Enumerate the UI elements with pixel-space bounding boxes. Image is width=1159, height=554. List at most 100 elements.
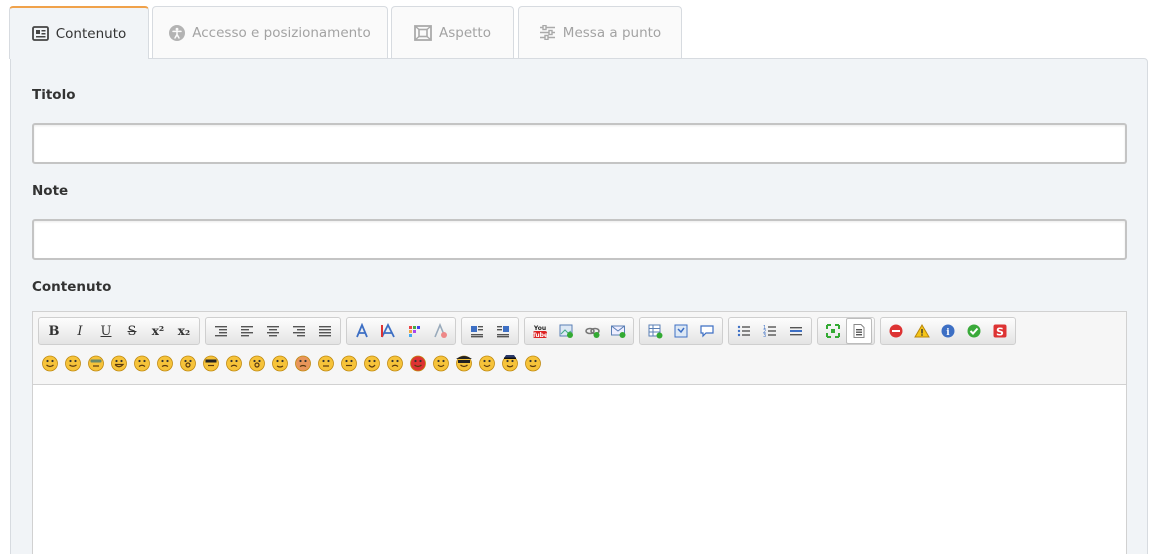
insert-email-button[interactable] [605,318,631,344]
align-right-button[interactable] [286,318,312,344]
smiley-icon[interactable] [64,354,82,372]
smiley-icon[interactable] [41,354,59,372]
warning-button[interactable] [909,318,935,344]
superscript-button[interactable]: x² [145,318,171,344]
remove-format-button[interactable] [427,318,453,344]
tab-aspetto[interactable]: Aspetto [391,6,514,58]
title-input[interactable] [32,123,1127,164]
content-label: Contenuto [32,279,112,295]
smiley-icon[interactable] [386,354,404,372]
insert-table-button[interactable] [642,318,668,344]
indent-button[interactable] [208,318,234,344]
insert-code-button[interactable] [668,318,694,344]
tab-accesso-e-posizionamento[interactable]: Accesso e posizionamento [152,6,388,58]
smiley-icon[interactable] [501,354,519,372]
numbered-list-icon: 123 [763,325,776,339]
tab-label: Aspetto [439,24,491,41]
svg-text:3: 3 [763,333,766,339]
horizontal-rule-button[interactable] [783,318,809,344]
insert-quote-button[interactable] [694,318,720,344]
smiley-icon[interactable] [179,354,197,372]
smiley-icon[interactable] [478,354,496,372]
underline-button[interactable]: U [93,318,119,344]
numbered-list-button[interactable]: 123 [757,318,783,344]
tab-contenuto[interactable]: Contenuto [9,6,149,59]
strikethrough-button[interactable]: S [119,318,145,344]
font-face-button[interactable] [349,318,375,344]
float-right-button[interactable] [490,318,516,344]
float-right-icon [497,326,509,338]
title-label: Titolo [32,87,76,103]
float-left-button[interactable] [464,318,490,344]
toolbar-group [817,317,875,345]
smiley-icon[interactable] [110,354,128,372]
toolbar-group: 123 [728,317,812,345]
smiley-icon[interactable] [87,354,105,372]
youtube-button[interactable]: You Tube [527,318,553,344]
toolbar-group [639,317,723,345]
float-left-icon [471,326,483,338]
insert-email-icon [611,325,626,338]
toolbar-group: iS [880,317,1016,345]
font-face-icon [356,323,368,338]
maximize-button[interactable] [820,318,846,344]
horizontal-rule-icon [790,327,802,336]
smiley-icon[interactable] [156,354,174,372]
frame-icon [414,24,432,41]
stop-button[interactable] [883,318,909,344]
font-size-icon [381,323,395,338]
smiley-icon[interactable] [409,354,427,372]
toolbar-group [346,317,456,345]
remove-format-icon [434,323,447,338]
smiley-icon[interactable] [317,354,335,372]
smiley-icon[interactable] [363,354,381,372]
spoiler-button[interactable]: S [987,318,1013,344]
rich-text-editor: B I U Sx² x₂ You Tube 1 2 3 i S [32,311,1127,554]
svg-text:Tube: Tube [532,332,548,339]
smiley-icon[interactable] [133,354,151,372]
smiley-bar [41,354,542,372]
align-right-icon [293,326,305,337]
smiley-icon[interactable] [225,354,243,372]
font-size-button[interactable] [375,318,401,344]
sliders-icon [539,25,555,40]
smiley-icon[interactable] [294,354,312,372]
insert-image-button[interactable] [553,318,579,344]
smiley-icon[interactable] [524,354,542,372]
smiley-icon[interactable] [340,354,358,372]
smiley-icon[interactable] [248,354,266,372]
bold-button[interactable]: B [41,318,67,344]
italic-icon: I [77,323,83,339]
toolbar-group: You Tube [524,317,634,345]
smiley-icon[interactable] [455,354,473,372]
bold-icon: B [48,323,60,339]
smiley-icon[interactable] [432,354,450,372]
editor-content-area[interactable] [33,385,1126,554]
color-icon [409,326,420,337]
bullet-list-icon [737,325,750,337]
align-center-button[interactable] [260,318,286,344]
smiley-icon[interactable] [202,354,220,372]
strikethrough-icon: S [127,323,137,339]
subscript-button[interactable]: x₂ [171,318,197,344]
newspaper-icon [31,26,49,41]
tab-messa-a-punto[interactable]: Messa a punto [518,6,682,58]
insert-link-button[interactable] [579,318,605,344]
smiley-icon[interactable] [271,354,289,372]
note-input[interactable] [32,219,1127,260]
toolbar-group [461,317,519,345]
italic-button[interactable]: I [67,318,93,344]
align-left-button[interactable] [234,318,260,344]
spoiler-icon: S [993,324,1007,339]
superscript-icon: x² [151,324,165,338]
align-center-icon [267,326,279,337]
info-button[interactable]: i [935,318,961,344]
insert-image-icon [559,324,573,338]
source-button[interactable] [846,318,872,344]
color-button[interactable] [401,318,427,344]
youtube-icon: YouTube [532,325,548,339]
bullet-list-button[interactable] [731,318,757,344]
note-label: Note [32,183,69,199]
ok-button[interactable] [961,318,987,344]
justify-button[interactable] [312,318,338,344]
